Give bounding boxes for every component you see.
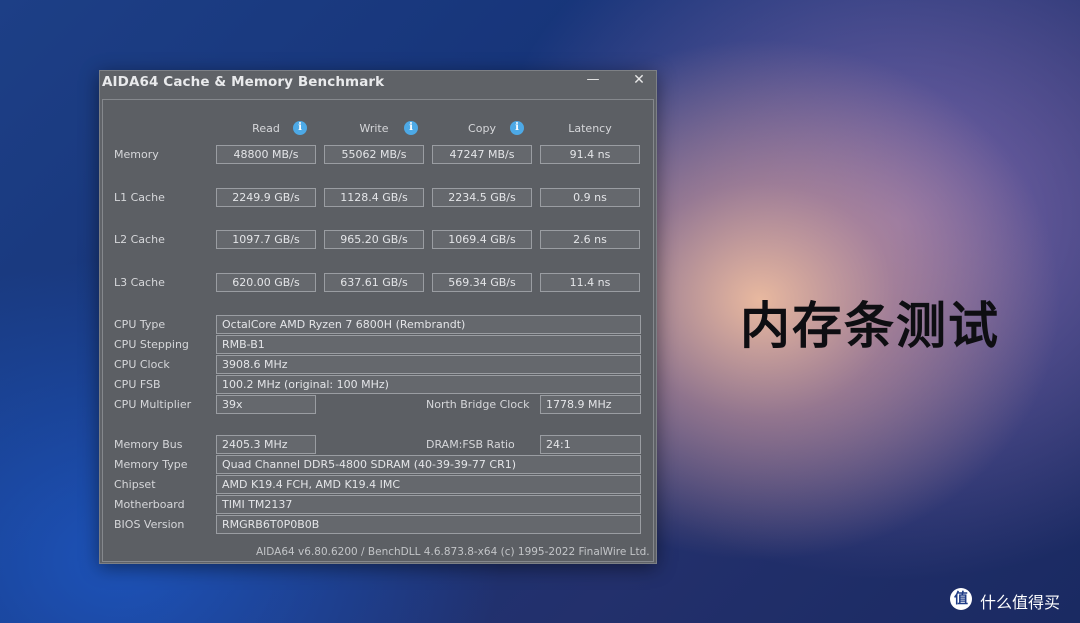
headline-text: 内存条测试: [740, 297, 1000, 355]
memory-type-label: Memory Type: [114, 458, 188, 471]
dram-fsb-ratio-label: DRAM:FSB Ratio: [426, 438, 515, 451]
l1-read-value: 2249.9 GB/s: [216, 188, 316, 207]
memory-write-value: 55062 MB/s: [324, 145, 424, 164]
memory-latency-value: 91.4 ns: [540, 145, 640, 164]
read-info-icon[interactable]: i: [293, 121, 307, 135]
row-label-l1: L1 Cache: [114, 191, 165, 204]
l3-write-value: 637.61 GB/s: [324, 273, 424, 292]
l1-latency-value: 0.9 ns: [540, 188, 640, 207]
chipset-label: Chipset: [114, 478, 156, 491]
copyright-footer: AIDA64 v6.80.6200 / BenchDLL 4.6.873.8-x…: [256, 546, 650, 558]
row-label-memory: Memory: [114, 148, 159, 161]
brand-logo-icon: 值: [950, 588, 972, 610]
memory-type-field: Quad Channel DDR5-4800 SDRAM (40-39-39-7…: [216, 455, 641, 474]
memory-bus-field: 2405.3 MHz: [216, 435, 316, 454]
l2-latency-value: 2.6 ns: [540, 230, 640, 249]
cpu-clock-field: 3908.6 MHz: [216, 355, 641, 374]
l3-latency-value: 11.4 ns: [540, 273, 640, 292]
cpu-type-field: OctalCore AMD Ryzen 7 6800H (Rembrandt): [216, 315, 641, 334]
memory-bus-label: Memory Bus: [114, 438, 183, 451]
cpu-fsb-label: CPU FSB: [114, 378, 161, 391]
cpu-fsb-field: 100.2 MHz (original: 100 MHz): [216, 375, 641, 394]
l2-read-value: 1097.7 GB/s: [216, 230, 316, 249]
write-info-icon[interactable]: i: [404, 121, 418, 135]
benchmark-panel: Read i Write i Copy i Latency Memory 488…: [102, 99, 654, 562]
benchmark-window: AIDA64 Cache & Memory Benchmark — ✕ Read…: [99, 70, 657, 564]
row-label-l2: L2 Cache: [114, 233, 165, 246]
l2-write-value: 965.20 GB/s: [324, 230, 424, 249]
cpu-stepping-field: RMB-B1: [216, 335, 641, 354]
close-icon[interactable]: ✕: [628, 71, 650, 91]
cpu-multiplier-field: 39x: [216, 395, 316, 414]
memory-copy-value: 47247 MB/s: [432, 145, 532, 164]
title-bar[interactable]: AIDA64 Cache & Memory Benchmark — ✕: [100, 71, 656, 97]
bios-version-field: RMGRB6T0P0B0B: [216, 515, 641, 534]
copy-info-icon[interactable]: i: [510, 121, 524, 135]
nb-clock-field: 1778.9 MHz: [540, 395, 641, 414]
motherboard-label: Motherboard: [114, 498, 185, 511]
l1-write-value: 1128.4 GB/s: [324, 188, 424, 207]
bios-version-label: BIOS Version: [114, 518, 185, 531]
cpu-type-label: CPU Type: [114, 318, 166, 331]
column-latency: Latency: [568, 122, 612, 135]
cpu-stepping-label: CPU Stepping: [114, 338, 189, 351]
window-title: AIDA64 Cache & Memory Benchmark: [102, 74, 385, 90]
l3-read-value: 620.00 GB/s: [216, 273, 316, 292]
l1-copy-value: 2234.5 GB/s: [432, 188, 532, 207]
cpu-clock-label: CPU Clock: [114, 358, 170, 371]
dram-fsb-ratio-field: 24:1: [540, 435, 641, 454]
memory-read-value: 48800 MB/s: [216, 145, 316, 164]
row-label-l3: L3 Cache: [114, 276, 165, 289]
brand-text: 什么值得买: [980, 593, 1061, 612]
l2-copy-value: 1069.4 GB/s: [432, 230, 532, 249]
minimize-icon[interactable]: —: [582, 71, 604, 91]
nb-clock-label: North Bridge Clock: [426, 398, 530, 411]
cpu-multiplier-label: CPU Multiplier: [114, 398, 192, 411]
l3-copy-value: 569.34 GB/s: [432, 273, 532, 292]
chipset-field: AMD K19.4 FCH, AMD K19.4 IMC: [216, 475, 641, 494]
motherboard-field: TIMI TM2137: [216, 495, 641, 514]
